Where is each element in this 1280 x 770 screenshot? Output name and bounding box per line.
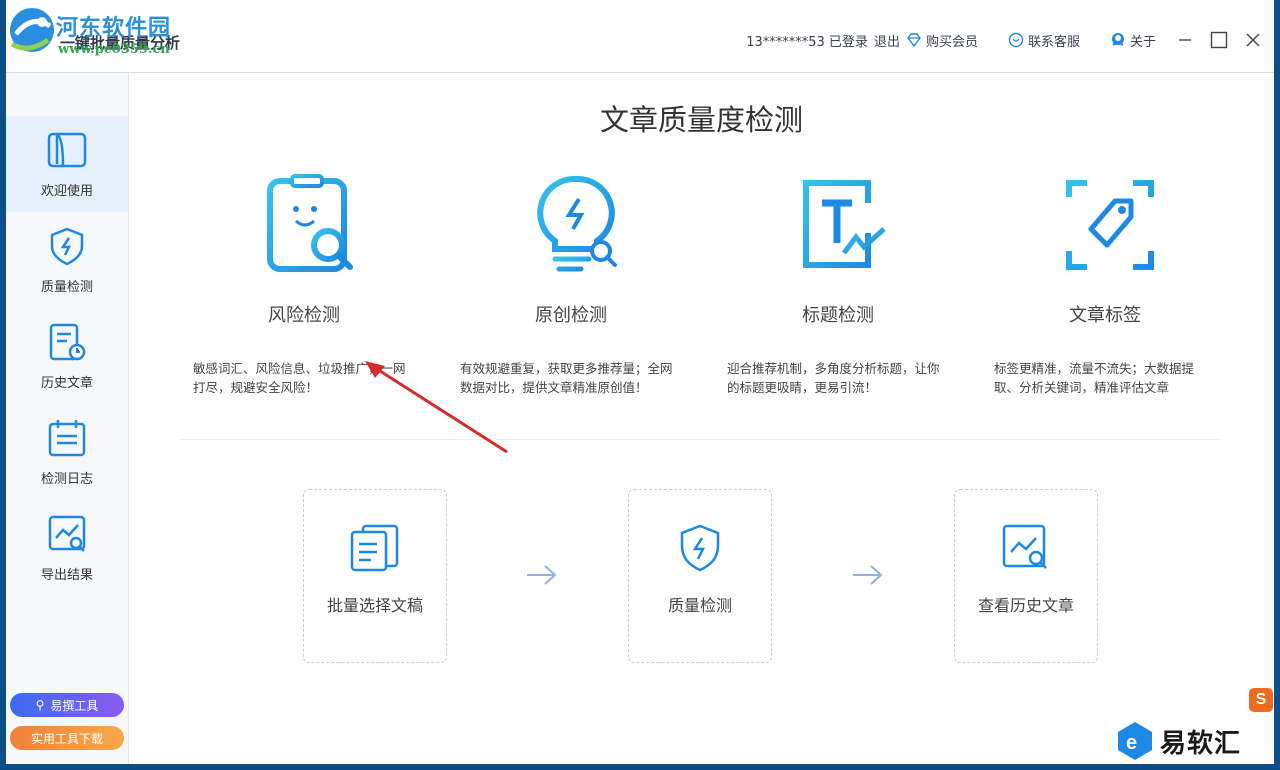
document-clock-icon	[49, 323, 86, 361]
book-icon	[47, 132, 87, 168]
promo-label: 易撰工具	[50, 698, 99, 713]
feature-name: 文章标签	[1069, 305, 1141, 326]
top-right-bar: 13*******53 已登录 退出 购买会员 联系客服 关于	[746, 28, 1274, 52]
about-label: 关于	[1129, 34, 1156, 50]
step-label: 批量选择文稿	[326, 596, 423, 615]
documents-icon	[350, 524, 399, 572]
diamond-icon	[907, 33, 921, 48]
sidebar-item-label: 质量检测	[40, 280, 93, 295]
promo-yizhuan-button[interactable]: ⚲ 易撰工具	[10, 693, 124, 717]
sidebar-item-label: 欢迎使用	[40, 184, 93, 199]
close-icon	[1246, 33, 1260, 47]
tag-scan-icon	[1066, 180, 1154, 270]
sidebar-item-history[interactable]: 历史文章	[6, 308, 128, 404]
step-quality-check-button[interactable]: 质量检测	[628, 489, 772, 663]
buy-member-label: 购买会员	[925, 34, 978, 50]
risk-detect-icon	[267, 174, 353, 272]
account-status: 13*******53 已登录	[746, 34, 868, 50]
svg-text:e: e	[1126, 732, 1137, 754]
shield-bolt-icon	[680, 524, 720, 572]
ime-s-icon: S	[1249, 688, 1273, 712]
sidebar-item-label: 历史文章	[40, 376, 93, 391]
logout-link[interactable]: 退出	[874, 31, 900, 50]
annotation-red-arrow	[365, 361, 508, 454]
brand-text: 易软汇	[1160, 728, 1242, 759]
feature-desc: 迎合推荐机制，多角度分析标题，让你的标题更吸睛，更易引流！	[727, 361, 940, 395]
sidebar-item-quality[interactable]: 质量检测	[6, 212, 128, 308]
maximize-icon	[1210, 31, 1228, 49]
chart-search-icon	[1002, 524, 1047, 569]
sidebar-item-export[interactable]: 导出结果	[6, 500, 128, 596]
chart-search-icon	[48, 515, 86, 552]
feature-desc: 标签更精准，流量不流失；大数据提取、分析关键词，精准评估文章	[994, 361, 1195, 395]
heart-chat-icon	[1008, 32, 1024, 48]
step-label: 查看历史文章	[977, 596, 1074, 615]
promo-tools-download-button[interactable]: 实用工具下载	[10, 726, 124, 750]
shield-bolt-icon	[50, 227, 84, 266]
feature-name: 标题检测	[802, 305, 874, 326]
sidebar-item-welcome[interactable]: 欢迎使用	[6, 116, 128, 212]
logo-icon	[10, 8, 54, 52]
app-logo: 一键批量质量分析 河东软件园 www.pc0359.cn	[6, 4, 206, 64]
main-content: 文章质量度检测 风险检测 敏感词汇、风险信息、垃圾推广，一网打尽，规避安全风险！	[129, 73, 1274, 764]
sidebar-item-log[interactable]: 检测日志	[6, 404, 128, 500]
user-icon	[1111, 33, 1124, 46]
sidebar-item-label: 导出结果	[40, 568, 93, 583]
sidebar: 欢迎使用 质量检测 历史文章 检测日志 导出结果 ⚲ 易撰工具 实用工具下载	[6, 73, 129, 764]
brand-logo-icon: e	[1118, 722, 1152, 760]
buy-member-button[interactable]: 购买会员	[906, 31, 978, 50]
watermark-text: 河东软件园	[56, 15, 172, 41]
step-label: 质量检测	[667, 596, 732, 615]
title-t-icon	[803, 180, 886, 268]
contact-service-label: 联系客服	[1027, 34, 1080, 50]
contact-service-button[interactable]: 联系客服	[1008, 31, 1080, 50]
title-bar: 一键批量质量分析 河东软件园 www.pc0359.cn 13*******53…	[6, 0, 1274, 73]
brand-watermark: e 易软汇	[1116, 718, 1241, 764]
sidebar-item-label: 检测日志	[40, 472, 93, 487]
maximize-button[interactable]	[1208, 29, 1230, 51]
promo-icon: ⚲	[35, 698, 45, 712]
about-button[interactable]: 关于	[1110, 31, 1156, 50]
lightbulb-icon	[537, 175, 617, 272]
feature-name: 原创检测	[535, 305, 607, 326]
step-batch-select-button[interactable]: 批量选择文稿	[303, 489, 447, 663]
step-view-history-button[interactable]: 查看历史文章	[954, 489, 1098, 663]
feature-name: 风险检测	[268, 305, 340, 326]
arrow-right-icon	[853, 565, 883, 585]
page-title: 文章质量度检测	[599, 103, 803, 137]
app-window: 一键批量质量分析 河东软件园 www.pc0359.cn 13*******53…	[6, 0, 1274, 764]
calendar-list-icon	[48, 420, 86, 457]
arrow-right-icon	[527, 565, 557, 585]
minimize-button[interactable]	[1174, 29, 1196, 51]
close-button[interactable]	[1242, 29, 1264, 51]
minimize-icon	[1179, 39, 1191, 41]
watermark-url: www.pc0359.cn	[58, 42, 170, 57]
divider	[179, 439, 1222, 440]
promo-label: 实用工具下载	[30, 731, 103, 746]
